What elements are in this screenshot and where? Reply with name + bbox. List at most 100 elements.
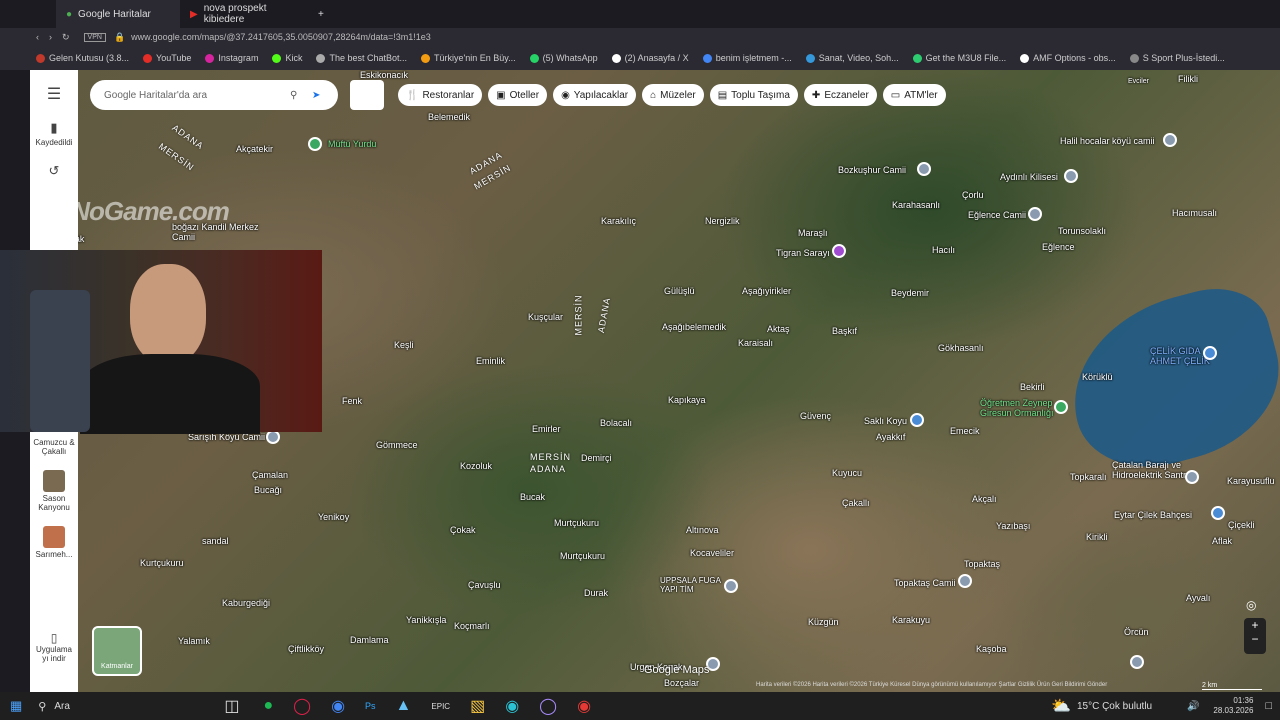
place-label[interactable]: Bozçalar xyxy=(664,678,699,688)
place-label[interactable]: Damlama xyxy=(350,635,389,645)
chip-restaurants[interactable]: 🍴 Restoranlar xyxy=(398,84,483,106)
bookmark[interactable]: benim işletmem -... xyxy=(702,53,792,63)
business-pin-icon[interactable] xyxy=(1203,346,1217,360)
place-label[interactable]: Durak xyxy=(584,588,608,598)
place-label[interactable]: Kuyucu xyxy=(832,468,862,478)
attribution-bar[interactable]: Harita verileri ©2026 Harita verileri ©2… xyxy=(756,682,1107,688)
bookmark[interactable]: Kick xyxy=(272,53,302,63)
place-label[interactable]: Tigran Sarayı xyxy=(776,248,830,258)
place-label[interactable]: Ayakkıf xyxy=(876,432,905,442)
maps-app-icon[interactable]: ◉ xyxy=(577,696,591,716)
place-label[interactable]: Saklı Koyu xyxy=(864,416,907,426)
place-label[interactable]: Çiftlikköy xyxy=(288,644,324,654)
place-label[interactable]: Çamalan xyxy=(252,470,288,480)
place-label[interactable]: Karayusuflu xyxy=(1227,476,1275,486)
place-label[interactable]: Çakallı xyxy=(842,498,870,508)
layers-button[interactable]: Katmanlar xyxy=(92,626,142,676)
place-pin-icon[interactable] xyxy=(1130,655,1144,669)
task-view-icon[interactable]: ◫ xyxy=(224,696,239,716)
place-label[interactable]: Çiçekli xyxy=(1228,520,1255,530)
place-label[interactable]: Eskikonacık xyxy=(360,70,408,80)
place-label[interactable]: Akçatekir xyxy=(236,144,273,154)
place-label[interactable]: Keşli xyxy=(394,340,414,350)
bookmark[interactable]: Gelen Kutusu (3.8... xyxy=(36,53,129,63)
menu-icon[interactable]: ☰ xyxy=(30,84,78,104)
chip-hotels[interactable]: ▣ Oteller xyxy=(488,84,548,106)
back-icon[interactable]: ‹ xyxy=(36,32,39,42)
opera-gx-icon[interactable]: ◯ xyxy=(293,696,311,716)
weather-text[interactable]: 15°C Çok bulutlu xyxy=(1077,701,1173,712)
taskbar-search[interactable]: Ara xyxy=(54,701,204,712)
place-label[interactable]: Altınova xyxy=(686,525,719,535)
recent-place[interactable]: Camuzcu & Çakallı xyxy=(30,438,78,456)
place-label[interactable]: Gömmece xyxy=(376,440,418,450)
my-location-icon[interactable]: ◎ xyxy=(1246,598,1256,612)
place-label[interactable]: Murtçukuru xyxy=(560,551,605,561)
place-label[interactable]: Topaktaş Camii xyxy=(894,578,956,588)
collapse-panel-button[interactable] xyxy=(350,80,384,110)
place-label[interactable]: Belemedik xyxy=(428,112,470,122)
church-pin-icon[interactable] xyxy=(1064,169,1078,183)
file-explorer-icon[interactable]: ▧ xyxy=(470,696,485,716)
place-label[interactable]: Kirikli xyxy=(1086,532,1108,542)
place-label[interactable]: Halil hocalar köyü camii xyxy=(1060,136,1155,146)
bookmark[interactable]: YouTube xyxy=(143,53,191,63)
place-label[interactable]: Fenk xyxy=(342,396,362,406)
place-label[interactable]: Topkaralı xyxy=(1070,472,1107,482)
place-label[interactable]: Bucağı xyxy=(254,485,282,495)
windows-start-icon[interactable]: ▦ xyxy=(10,698,22,714)
place-label[interactable]: Aktaş xyxy=(767,324,790,334)
place-label[interactable]: Topaktaş xyxy=(964,559,1000,569)
bookmark[interactable]: Get the M3U8 File... xyxy=(912,53,1006,63)
volume-icon[interactable]: 🔊 xyxy=(1187,701,1199,712)
get-app-link[interactable]: Uygulama yı indir xyxy=(30,645,78,663)
recent-place[interactable]: Sarımeh... xyxy=(30,550,78,559)
place-label[interactable]: Hacılı xyxy=(932,245,955,255)
business-pin-icon[interactable] xyxy=(724,579,738,593)
mosque-pin-icon[interactable] xyxy=(266,430,280,444)
place-label[interactable]: Eytar Çilek Bahçesi xyxy=(1114,510,1192,520)
edge-icon[interactable]: ◉ xyxy=(505,696,519,716)
place-label[interactable]: Bozkuşhur Camii xyxy=(838,165,906,175)
place-label[interactable]: Karakuyu xyxy=(892,615,930,625)
bookmark-icon[interactable]: ▮ xyxy=(30,120,78,136)
place-label[interactable]: Küzgün xyxy=(808,617,839,627)
place-label[interactable]: Kocaveliler xyxy=(690,548,734,558)
place-label[interactable]: Kaşoba xyxy=(976,644,1007,654)
tab-youtube[interactable]: ▶ nova prospekt kibiedere xyxy=(180,0,308,28)
place-label[interactable]: Kaburgediği xyxy=(222,598,270,608)
place-label[interactable]: Torunsolaklı xyxy=(1058,226,1106,236)
place-label[interactable]: Karaisalı xyxy=(738,338,773,348)
mosque-pin-icon[interactable] xyxy=(1028,207,1042,221)
place-label[interactable]: Bucak xyxy=(520,492,545,502)
place-label[interactable]: Murtçukuru xyxy=(554,518,599,528)
chrome-icon[interactable]: ◉ xyxy=(331,696,345,716)
notification-icon[interactable]: □ xyxy=(1265,700,1272,712)
chip-pharmacies[interactable]: ✚ Eczaneler xyxy=(803,84,877,106)
place-label[interactable]: Yazıbaşı xyxy=(996,521,1030,531)
place-label[interactable]: Müftü Yurdu xyxy=(328,139,376,149)
place-label[interactable]: Ayvalı xyxy=(1186,593,1210,603)
place-label[interactable]: Koçmarlı xyxy=(454,621,490,631)
place-label[interactable]: Körüklü xyxy=(1082,372,1113,382)
business-pin-icon[interactable] xyxy=(1211,506,1225,520)
water-pin-icon[interactable] xyxy=(910,413,924,427)
epic-games-icon[interactable]: EPIC xyxy=(431,702,450,711)
vpn-badge[interactable]: VPN xyxy=(83,32,106,42)
photoshop-icon[interactable]: Ps xyxy=(365,701,376,711)
forward-icon[interactable]: › xyxy=(49,32,52,42)
reload-icon[interactable]: ↻ xyxy=(62,32,70,43)
place-label[interactable]: UPPSALA FUGA YAPI TİM xyxy=(660,576,730,594)
place-label[interactable]: Gülüşlü xyxy=(664,286,695,296)
thumbnail-image[interactable] xyxy=(43,470,65,492)
place-label[interactable]: Aşağıbelemedik xyxy=(662,322,726,332)
place-label[interactable]: sandal xyxy=(202,536,229,546)
place-label[interactable]: Evciler xyxy=(1128,78,1149,85)
bookmark[interactable]: (2) Anasayfa / X xyxy=(611,53,689,63)
zoom-out-button[interactable]: − xyxy=(1244,632,1266,646)
tab-google-maps[interactable]: ● Google Haritalar xyxy=(56,0,180,28)
place-label[interactable]: Yanikkışla xyxy=(406,615,446,625)
place-label[interactable]: Filikli xyxy=(1178,74,1198,84)
place-label[interactable]: Aşağıyirikler xyxy=(742,286,791,296)
place-label[interactable]: Aydınlı Kilisesi xyxy=(1000,172,1058,182)
